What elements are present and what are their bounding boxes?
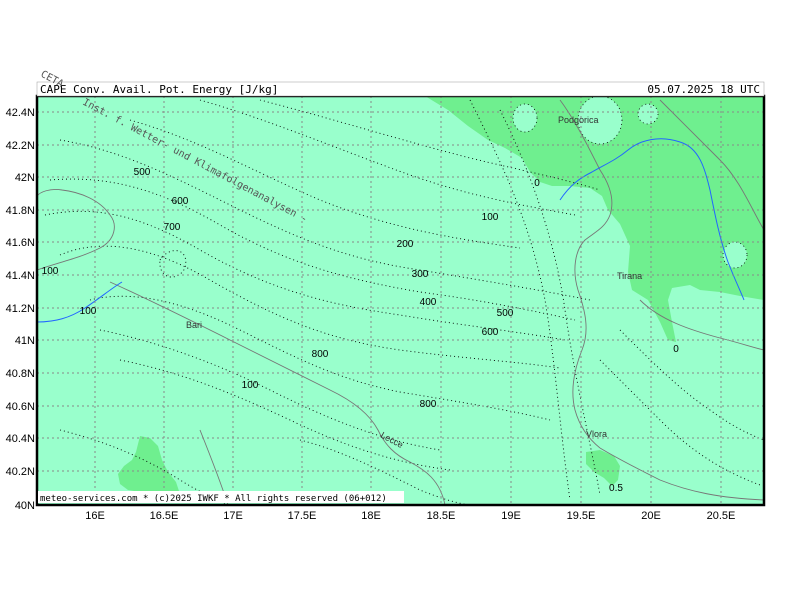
city-label-bari: Bari [186, 320, 202, 330]
contour-label: 500 [497, 308, 514, 319]
contour-label: 100 [42, 266, 59, 277]
lon-tick-label: 19.5E [567, 510, 596, 522]
lon-tick-label: 17.5E [288, 510, 317, 522]
map-title: CAPE Conv. Avail. Pot. Energy [J/kg] [40, 83, 278, 96]
lat-tick-label: 42.4N [6, 107, 35, 119]
contour-label: 0 [534, 178, 540, 189]
lon-tick-label: 19E [501, 510, 521, 522]
contour-label: 600 [482, 327, 499, 338]
lat-tick-label: 41.6N [6, 237, 35, 249]
contour-label: 0.5 [609, 483, 623, 494]
latitude-axis: 42.4N 42.2N 42N 41.8N 41.6N 41.4N 41.2N … [6, 107, 35, 512]
contour-label: 800 [420, 399, 437, 410]
lat-tick-label: 41.8N [6, 205, 35, 217]
contour-label: 400 [420, 297, 437, 308]
contour-label: 500 [134, 167, 151, 178]
lat-tick-label: 40.6N [6, 401, 35, 413]
contour-label: 300 [412, 269, 429, 280]
lon-tick-label: 17E [223, 510, 243, 522]
city-label-vlora: Vlora [586, 429, 607, 439]
contour-label: 100 [80, 306, 97, 317]
city-label-tirana: Tirana [617, 271, 642, 281]
contour-label: 0 [673, 344, 679, 355]
contour-label: 200 [397, 239, 414, 250]
contour-label: 100 [242, 380, 259, 391]
lat-tick-label: 40.2N [6, 466, 35, 478]
contour-label: 600 [172, 196, 189, 207]
lon-tick-label: 20E [641, 510, 661, 522]
lat-tick-label: 41N [15, 335, 35, 347]
lat-tick-label: 42N [15, 172, 35, 184]
footer-credit: meteo-services.com * (c)2025 IWKF * All … [40, 494, 387, 504]
city-label-podgorica: Podgorica [558, 115, 599, 125]
lat-tick-label: 41.2N [6, 303, 35, 315]
lon-tick-label: 16E [85, 510, 105, 522]
lon-tick-label: 16.5E [150, 510, 179, 522]
lat-tick-label: 40.4N [6, 433, 35, 445]
cape-map: CAPE Conv. Avail. Pot. Energy [J/kg] 05.… [6, 69, 766, 522]
lat-tick-label: 42.2N [6, 140, 35, 152]
lat-tick-label: 40N [15, 500, 35, 512]
contour-label: 800 [312, 349, 329, 360]
contour-label: 100 [482, 212, 499, 223]
lon-tick-label: 20.5E [707, 510, 736, 522]
lon-tick-label: 18.5E [427, 510, 456, 522]
lon-tick-label: 18E [361, 510, 381, 522]
valid-time: 05.07.2025 18 UTC [647, 83, 760, 96]
lat-tick-label: 40.8N [6, 368, 35, 380]
lat-tick-label: 41.4N [6, 270, 35, 282]
contour-label: 700 [164, 222, 181, 233]
longitude-axis: 16E 16.5E 17E 17.5E 18E 18.5E 19E 19.5E … [85, 510, 735, 522]
